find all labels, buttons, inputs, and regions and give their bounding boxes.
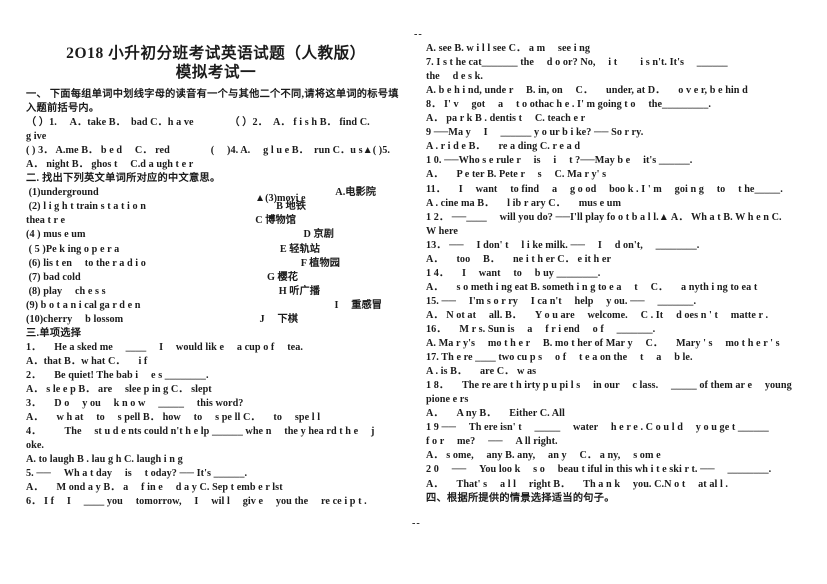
right-column: -- A. see B. w i l l see C． a m see i ng… bbox=[406, 0, 821, 584]
section-two-heading: 二. 找出下列英文单词所对应的中文意思。 bbox=[26, 173, 221, 185]
option-line: A. see B. w i l l see C． a m see i ng bbox=[426, 43, 591, 55]
option-line: A． s o meth i ng eat B. someth i n g to … bbox=[426, 281, 758, 293]
match-row: thea t r e C 博物馆 bbox=[26, 214, 406, 228]
option-line: A. to laugh B . lau g h C. laugh i n g bbox=[26, 454, 183, 466]
match-english: thea t r e bbox=[26, 215, 66, 227]
option-line: A． That' s a l l right B． Th a n k you. … bbox=[426, 478, 729, 490]
question-line: 9 ──Ma y I ______ y o ur b i ke? ── So r… bbox=[426, 127, 644, 139]
option-line: A．that B．w hat C． i f bbox=[26, 355, 148, 367]
match-row: (10)cherry b lossom J 下棋 bbox=[26, 313, 406, 327]
question-line: 1 2． ──____ will you do? ──I'll play fo … bbox=[426, 211, 782, 223]
question-line-continued: oke. bbox=[26, 440, 45, 452]
option-line: A． too B． ne i t h er C． e it h er bbox=[426, 253, 612, 265]
section-three-continued: A. see B. w i l l see C． a m see i ng 7.… bbox=[406, 42, 821, 506]
match-english: (10)cherry b lossom bbox=[26, 313, 124, 325]
section-one-item-line-1: （ ）1. A．take B． bad C．h a ve （ ）2． A． f … bbox=[26, 117, 370, 129]
option-line: A． M ond a y B． a f in e d a y C. Sep t … bbox=[26, 482, 283, 494]
match-english: ( 5 )Pe k ing o p e r a bbox=[26, 243, 120, 255]
question-line: 1 0. ──Who s e rule r is i t ?──May b e … bbox=[426, 155, 693, 167]
match-row: (1)underground A.电影院 bbox=[26, 186, 406, 200]
section-one: 一、 下面每组单词中划线字母的读音有一个与其他二个不同,请将这单词的标号填 入题… bbox=[26, 88, 406, 172]
question-line: 13． ── I don' t l i ke milk. ── I d on't… bbox=[426, 239, 700, 251]
match-row: (4 ) mus e um D 京剧 bbox=[26, 228, 406, 242]
option-line: A． A ny B． Either C. All bbox=[426, 408, 565, 420]
question-line: 1 4． I want to b uy ________. bbox=[426, 267, 601, 279]
question-line: 2 0 ── You loo k s o beau t iful in this… bbox=[426, 464, 772, 476]
question-line: 15. ── I'm s o r ry I ca n't help y ou. … bbox=[426, 295, 697, 307]
question-line-continued: f o r me? ── A ll right. bbox=[426, 436, 558, 448]
match-chinese: C 博物馆 bbox=[255, 215, 296, 227]
match-chinese: G 樱花 bbox=[266, 271, 298, 283]
option-line: A． w h at to s pell B． how to s pe ll C．… bbox=[26, 412, 321, 424]
left-column: 2O18 小升初分班考试英语试题（人教版） 模拟考试一 一、 下面每组单词中划线… bbox=[26, 0, 406, 584]
option-line: A． pa r k B . dentis t C. teach e r bbox=[426, 113, 586, 125]
option-line: A. Ma r y's mo t h e r B. mo t her of Ma… bbox=[426, 338, 780, 350]
match-chinese: D 京剧 bbox=[303, 229, 334, 241]
match-row: (2) l i g h t train s t a t i o n B 地铁 bbox=[26, 200, 406, 214]
match-chinese: J 下棋 bbox=[259, 313, 298, 325]
question-line: 4． The st u d e nts could n't h e lp ___… bbox=[26, 426, 375, 438]
question-line-continued: pione e rs bbox=[426, 394, 469, 406]
question-line: 11． I want to find a g o od boo k . I ' … bbox=[426, 183, 783, 195]
title-block: 2O18 小升初分班考试英语试题（人教版） 模拟考试一 bbox=[26, 44, 406, 82]
section-one-heading-line-1: 一、 下面每组单词中划线字母的读音有一个与其他二个不同,请将这单词的标号填 bbox=[26, 89, 399, 100]
match-chinese: F 植物园 bbox=[300, 257, 340, 269]
option-line: A. b e h i nd, unde r B. in, on C． under… bbox=[426, 85, 748, 97]
match-english: (1)underground bbox=[26, 187, 99, 199]
match-english: (2) l i g h t train s t a t i o n bbox=[26, 201, 146, 213]
section-two: 二. 找出下列英文单词所对应的中文意思。 (1)underground A.电影… bbox=[26, 172, 406, 327]
option-line: A . is B． are C． w as bbox=[426, 366, 537, 378]
match-row: (9) b o t a n i cal ga r d e n I 重感冒 bbox=[26, 299, 406, 313]
match-english: (9) b o t a n i cal ga r d e n bbox=[26, 299, 141, 311]
option-line-continued: W here bbox=[426, 225, 458, 237]
top-marker: -- bbox=[414, 29, 423, 40]
match-row: (8) play ch e s s H 听广播 bbox=[26, 285, 406, 299]
question-line: 1 8． The re are t h irty p u pi l s in o… bbox=[426, 380, 792, 392]
section-three-heading: 三.单项选择 bbox=[26, 327, 82, 339]
match-chinese: I 重感冒 bbox=[334, 299, 382, 311]
page-subtitle: 模拟考试一 bbox=[175, 64, 257, 81]
match-row: ( 5 )Pe k ing o p e r a E 轻轨站 bbox=[26, 243, 406, 257]
option-line: A． s le e p B． are slee p in g C． slept bbox=[26, 383, 212, 395]
question-line: 2． Be quiet! The bab i e s ________. bbox=[26, 369, 209, 381]
option-line: A． N ot at all. B． Y o u are welcome. C … bbox=[426, 309, 769, 321]
section-one-item-line-3: ( ) 3． A.me B． b e d C． red ( )4. A. g l… bbox=[26, 145, 390, 157]
section-four-heading: 四、根据所提供的情景选择适当的句子。 bbox=[426, 492, 615, 504]
match-english: (7) bad cold bbox=[26, 271, 81, 283]
page-title: 2O18 小升初分班考试英语试题（人教版） bbox=[66, 45, 366, 62]
match-english: (4 ) mus e um bbox=[26, 229, 86, 241]
match-chinese: E 轻轨站 bbox=[279, 243, 320, 255]
section-one-item-line-2: g ive bbox=[26, 131, 47, 143]
match-row: (7) bad cold G 樱花 bbox=[26, 271, 406, 285]
question-line-continued: the d e s k. bbox=[426, 71, 483, 83]
question-line: 16． M r s. Sun is a f r i end o f ______… bbox=[426, 323, 656, 335]
question-line: 17. Th e re ____ two cu p s o f t e a on… bbox=[426, 352, 693, 364]
section-one-item-line-4: A． night B． ghos t C.d a ugh t e r bbox=[26, 159, 194, 171]
bottom-marker: -- bbox=[412, 518, 421, 529]
option-line: A . cine ma B． l ib r ary C． mus e um bbox=[426, 197, 622, 209]
section-one-heading-line-2: 入题前括号内。 bbox=[26, 103, 100, 115]
option-line: A . r i d e B． re a ding C. r e a d bbox=[426, 141, 581, 153]
option-line: A． s ome, any B. any, an y C． a ny, s om… bbox=[426, 450, 661, 462]
section-three: 三.单项选择 1． He a sked me ____ I would lik … bbox=[26, 327, 406, 510]
match-row: (6) lis t en to the r a d i o F 植物园 bbox=[26, 257, 406, 271]
option-line: A． P e ter B. Pete r s C. Ma r y' s bbox=[426, 169, 607, 181]
question-line: 3． D o y ou k n o w _____ this word? bbox=[26, 398, 244, 410]
question-line: 5. ── Wh a t day is t oday? ── It's ____… bbox=[26, 468, 248, 480]
match-chinese: A.电影院 bbox=[335, 187, 376, 199]
scan-fragment-movie-theatre: ▲(3)movi e bbox=[255, 193, 306, 204]
match-chinese: H 听广播 bbox=[278, 285, 320, 297]
question-line: 1． He a sked me ____ I would lik e a cup… bbox=[26, 341, 303, 353]
question-line: 8． I' v got a t o othac h e . I' m going… bbox=[426, 99, 711, 111]
question-line: 1 9 ── Th ere isn' t _____ water h e r e… bbox=[426, 422, 769, 434]
match-english: (6) lis t en to the r a d i o bbox=[26, 257, 146, 269]
document-page: 2O18 小升初分班考试英语试题（人教版） 模拟考试一 一、 下面每组单词中划线… bbox=[0, 0, 827, 584]
match-english: (8) play ch e s s bbox=[26, 285, 106, 297]
question-line: 7. I s t he cat_______ the d o or? No, i… bbox=[426, 57, 728, 69]
question-line: 6． I f I ____ you tomorrow, I wil l giv … bbox=[26, 496, 367, 508]
